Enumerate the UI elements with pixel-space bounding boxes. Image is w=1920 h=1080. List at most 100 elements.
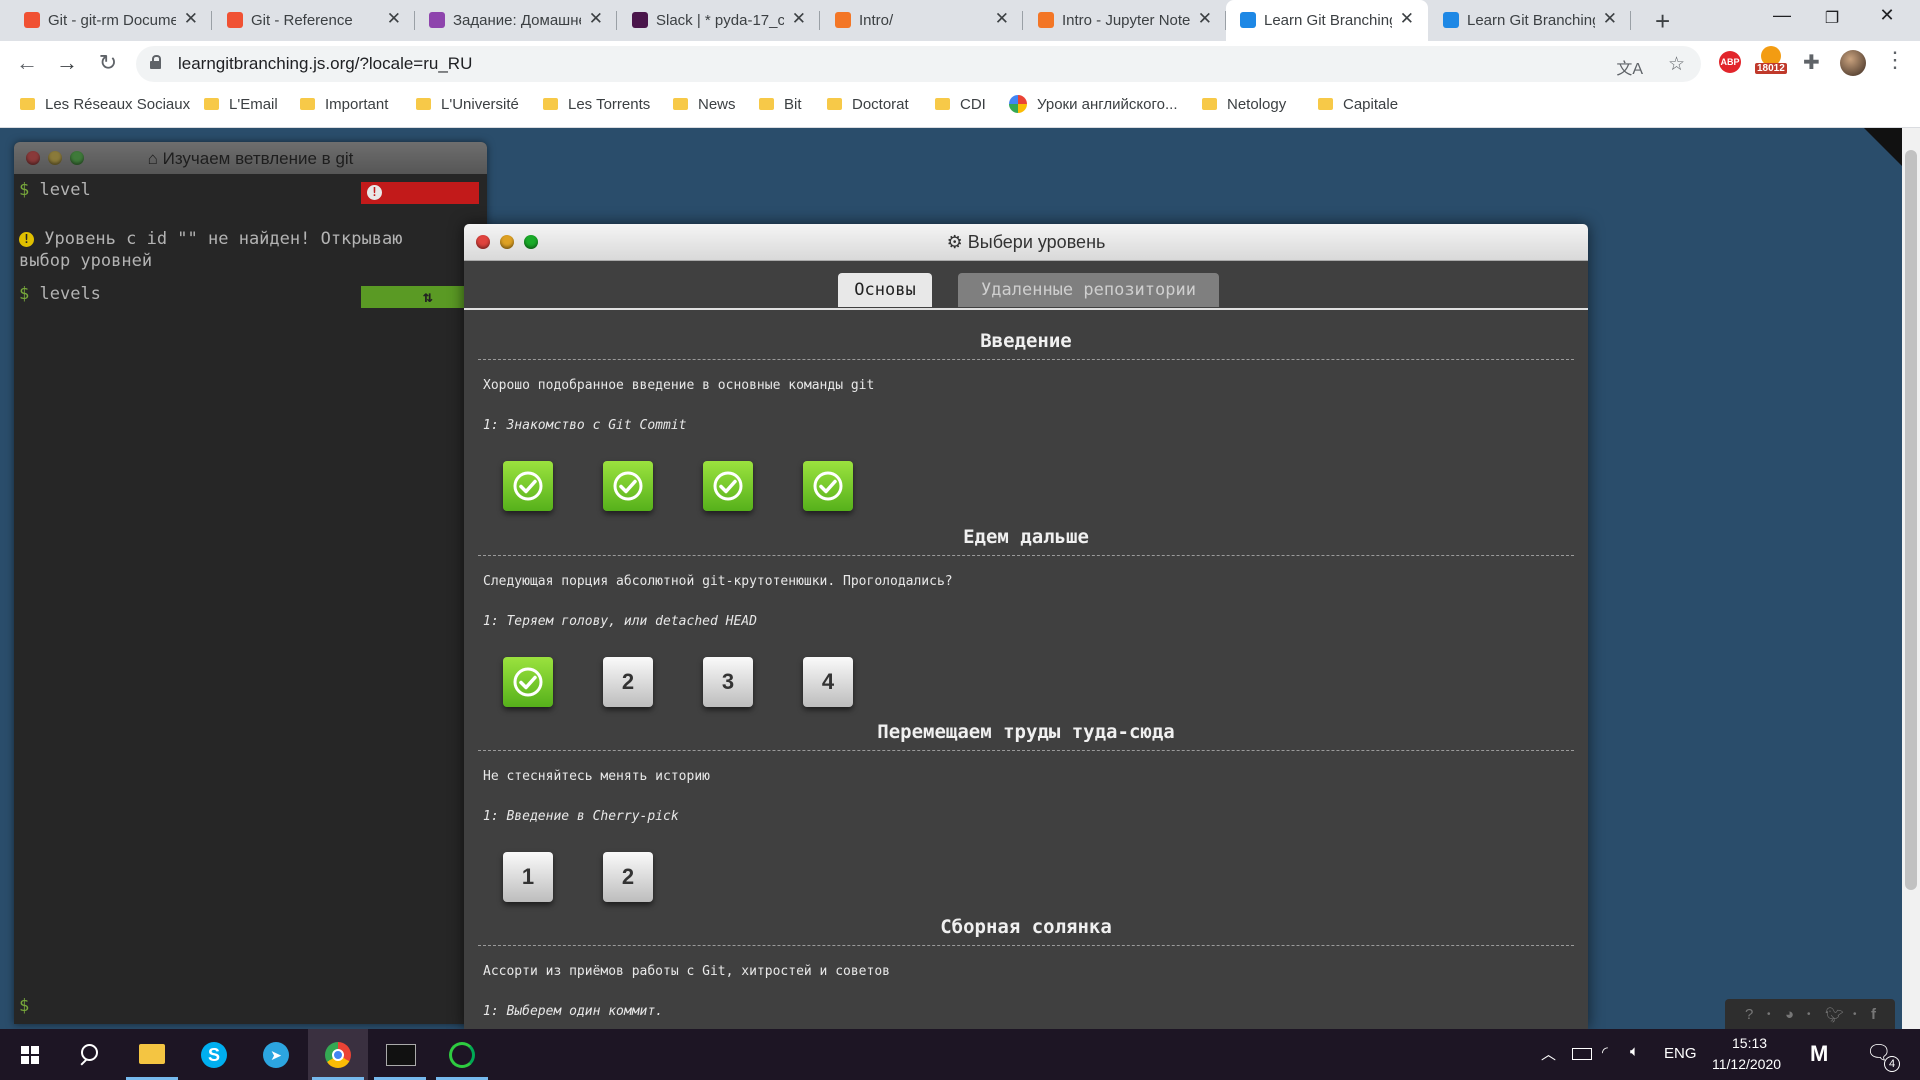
browser-tab[interactable]: Git - git-rm Documentation ✕: [10, 0, 212, 41]
tab-title: Learn Git Branching: [1467, 12, 1595, 29]
tab-title: Slack | * pyda-17_chat: [656, 12, 784, 29]
tab-close-icon[interactable]: ✕: [1198, 10, 1212, 28]
browser-tab[interactable]: Git - Reference ✕: [213, 0, 415, 41]
bookmark-item[interactable]: Bit: [759, 96, 802, 116]
search-icon[interactable]: [60, 1029, 120, 1080]
tab-close-icon[interactable]: ✕: [387, 10, 401, 28]
tab-title: Git - Reference: [251, 12, 353, 29]
loading-ring-app-icon[interactable]: [432, 1029, 492, 1080]
reload-button[interactable]: ↻: [94, 50, 122, 76]
tab-separator: [211, 11, 212, 30]
browser-tab[interactable]: Intro - Jupyter Notebook ✕: [1024, 0, 1226, 41]
checkmark-icon: [712, 470, 744, 502]
browser-tab[interactable]: Learn Git Branching ✕: [1429, 0, 1631, 41]
section-description: Следующая порция абсолютной git-крутотен…: [483, 574, 953, 589]
bookmark-item[interactable]: Les Torrents: [543, 96, 650, 116]
battery-icon[interactable]: [1572, 1048, 1592, 1060]
maximize-button[interactable]: ❐: [1809, 8, 1855, 28]
close-window-button[interactable]: ✕: [1864, 5, 1910, 26]
tab-close-icon[interactable]: ✕: [1400, 10, 1414, 28]
scrollbar-thumb[interactable]: [1905, 150, 1917, 890]
chrome-icon[interactable]: [308, 1029, 368, 1080]
bookmark-item[interactable]: L'Université: [416, 96, 519, 116]
extension-badge-icon[interactable]: 18012: [1755, 46, 1789, 78]
forward-button[interactable]: →: [53, 50, 81, 76]
bookmark-item[interactable]: L'Email: [204, 96, 278, 116]
bookmark-label: Netology: [1227, 96, 1287, 113]
bookmark-label: Les Réseaux Sociaux: [45, 96, 191, 113]
translate-icon[interactable]: 文A: [1616, 55, 1643, 79]
volume-icon[interactable]: 🔈︎: [1630, 1043, 1639, 1060]
tray-chevron-icon[interactable]: ︿: [1541, 1043, 1556, 1064]
bookmark-item[interactable]: Doctorat: [827, 96, 909, 116]
bookmark-label: Les Torrents: [568, 96, 651, 113]
bookmark-item[interactable]: Capitale: [1318, 96, 1398, 116]
browser-tab[interactable]: Задание: Домашнее задание ✕: [415, 0, 617, 41]
chrome-menu-icon[interactable]: ⋮: [1884, 47, 1906, 73]
tab-remote-repositories[interactable]: Удаленные репозитории: [958, 273, 1219, 307]
level-number: 2: [621, 864, 635, 889]
language-indicator[interactable]: ENG: [1664, 1045, 1697, 1062]
skype-icon[interactable]: S: [184, 1029, 244, 1080]
telegram-icon[interactable]: ➤: [246, 1029, 306, 1080]
tab-close-icon[interactable]: ✕: [184, 10, 198, 28]
help-icon[interactable]: ?: [1745, 1006, 1753, 1023]
browser-tab[interactable]: Intro/ ✕: [821, 0, 1023, 41]
bookmark-item[interactable]: Les Réseaux Sociaux: [20, 96, 190, 116]
section-title: Сборная солянка: [940, 916, 1112, 938]
bookmark-item[interactable]: CDI: [935, 96, 986, 116]
adblock-icon[interactable]: ABP: [1719, 51, 1741, 73]
new-tab-button[interactable]: +: [1655, 6, 1670, 37]
extensions-puzzle-icon[interactable]: ✚: [1803, 50, 1820, 75]
terminal-app-icon[interactable]: [370, 1029, 430, 1080]
tab-basics[interactable]: Основы: [838, 273, 932, 307]
browser-tab[interactable]: Slack | * pyda-17_chat ✕: [618, 0, 820, 41]
command-text: level: [39, 180, 91, 200]
wifi-icon[interactable]: ◜: [1602, 1043, 1608, 1061]
section-subtitle: 1: Теряем голову, или detached HEAD: [483, 614, 757, 629]
file-explorer-icon[interactable]: [122, 1029, 182, 1080]
facebook-icon[interactable]: f: [1871, 1006, 1876, 1023]
clock-date[interactable]: 11/12/2020: [1712, 1056, 1781, 1072]
page-scrollbar[interactable]: [1902, 128, 1920, 1029]
twitter-icon[interactable]: 🐦︎: [1825, 1006, 1844, 1024]
github-corner-ribbon[interactable]: [1864, 128, 1902, 166]
bookmark-item[interactable]: Netology: [1202, 96, 1286, 116]
dialog-title-text: Выбери уровень: [967, 232, 1106, 252]
url-text[interactable]: learngitbranching.js.org/?locale=ru_RU: [178, 54, 472, 74]
colorful-flower-icon: [429, 12, 445, 28]
tab-separator: [1022, 11, 1023, 30]
browser-toolbar: ← → ↻ learngitbranching.js.org/?locale=r…: [0, 41, 1920, 87]
folder-icon: [827, 98, 842, 111]
globe-icon[interactable]: ◕: [1785, 1006, 1794, 1023]
bookmark-star-icon[interactable]: ☆: [1668, 53, 1685, 76]
section-description: Не стесняйтесь менять историю: [483, 769, 710, 784]
bookmark-label: L'Université: [441, 96, 519, 113]
bookmark-item[interactable]: Уроки английского...: [1009, 95, 1178, 116]
sequence-tabs: Основы Удаленные репозитории: [464, 261, 1588, 310]
tab-close-icon[interactable]: ✕: [995, 10, 1009, 28]
swap-arrows-icon: ⇅: [423, 287, 433, 306]
terminal-input-prompt[interactable]: $: [19, 996, 29, 1016]
bookmark-item[interactable]: Important: [300, 96, 388, 116]
folder-icon: [759, 98, 774, 111]
app-tray-icon[interactable]: M: [1810, 1041, 1828, 1067]
separator-dot: •: [1807, 1009, 1811, 1020]
bookmarks-bar: Les Réseaux Sociaux L'Email Important L'Uni…: [0, 87, 1920, 128]
back-button[interactable]: ←: [13, 50, 41, 76]
tab-title: Intro - Jupyter Notebook: [1062, 12, 1190, 29]
minimize-button[interactable]: —: [1759, 5, 1805, 26]
tab-close-icon[interactable]: ✕: [1603, 10, 1617, 28]
section-subtitle: 1: Введение в Cherry-pick: [483, 809, 679, 824]
profile-avatar[interactable]: [1840, 50, 1866, 76]
folder-icon: [1318, 98, 1333, 111]
clock-time[interactable]: 15:13: [1732, 1035, 1767, 1051]
tab-close-icon[interactable]: ✕: [589, 10, 603, 28]
notification-count: 4: [1884, 1056, 1900, 1072]
tab-close-icon[interactable]: ✕: [792, 10, 806, 28]
bookmark-item[interactable]: News: [673, 96, 736, 116]
browser-tab[interactable]: Learn Git Branching ✕: [1226, 0, 1428, 41]
start-button[interactable]: [0, 1029, 60, 1080]
tab-title: Learn Git Branching: [1264, 12, 1392, 29]
address-bar[interactable]: learngitbranching.js.org/?locale=ru_RU 文…: [136, 46, 1701, 82]
